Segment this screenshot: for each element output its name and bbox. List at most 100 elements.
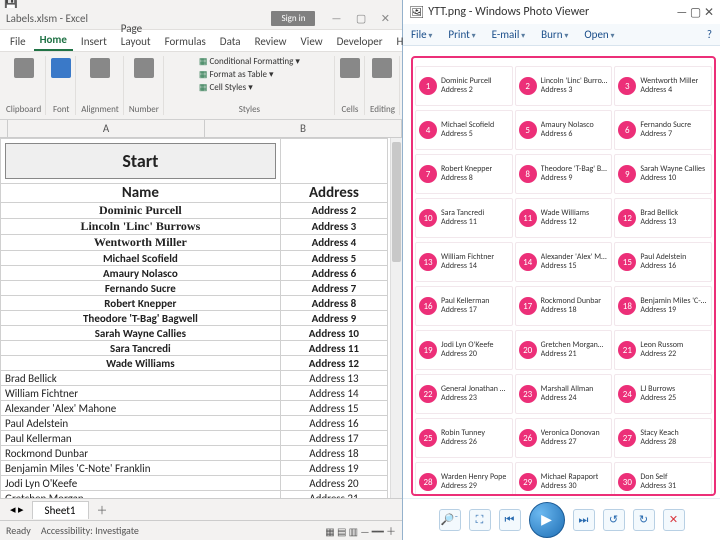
cell-address[interactable]: Address 13 [280, 371, 387, 386]
style-item[interactable]: Conditional Formatting ▾ [199, 56, 300, 67]
cell-address[interactable]: Address 4 [280, 235, 387, 251]
menu-burn[interactable]: Burn [541, 28, 568, 41]
col-a[interactable]: A [8, 120, 205, 137]
zoom-out-icon[interactable]: 🔎⁻ [439, 509, 461, 531]
cell-address[interactable]: Address 11 [280, 341, 387, 356]
sheet-tab-1[interactable]: Sheet1 [32, 501, 89, 519]
signin-button[interactable]: Sign in [271, 11, 315, 26]
cell-name[interactable]: Benjamin Miles 'C-Note' Franklin [1, 461, 281, 476]
percent-icon[interactable] [134, 58, 154, 78]
cell-name[interactable]: Alexander 'Alex' Mahone [1, 401, 281, 416]
tab-view[interactable]: View [295, 32, 329, 51]
cell-name[interactable]: Dominic Purcell [1, 203, 281, 219]
table-row[interactable]: Theodore 'T-Bag' BagwellAddress 9 [1, 311, 388, 326]
window-controls[interactable]: — ▢ ✕ [331, 12, 396, 25]
tab-home[interactable]: Home [34, 30, 73, 51]
table-row[interactable]: Rockmond DunbarAddress 18 [1, 446, 388, 461]
table-row[interactable]: William FichtnerAddress 14 [1, 386, 388, 401]
table-row[interactable]: Paul KellermanAddress 17 [1, 431, 388, 446]
cell-address[interactable]: Address 5 [280, 251, 387, 266]
table-row[interactable]: Amaury NolascoAddress 6 [1, 266, 388, 281]
start-button[interactable]: Start [5, 143, 276, 179]
cell-address[interactable]: Address 10 [280, 326, 387, 341]
wpv-window-controls[interactable]: — ▢ ✕ [676, 5, 714, 20]
cell-address[interactable]: Address 17 [280, 431, 387, 446]
vertical-scrollbar[interactable] [390, 138, 402, 498]
cell-name[interactable]: Sara Tancredi [1, 341, 281, 356]
cell-address[interactable]: Address 7 [280, 281, 387, 296]
cells-icon[interactable] [340, 58, 360, 78]
cell-address[interactable]: Address 15 [280, 401, 387, 416]
menu-print[interactable]: Print [448, 28, 475, 41]
cell-name[interactable]: Rockmond Dunbar [1, 446, 281, 461]
tab-developer[interactable]: Developer [331, 32, 389, 51]
add-sheet-button[interactable]: ＋ [97, 502, 108, 518]
menu-file[interactable]: File [411, 28, 432, 41]
view-controls[interactable]: ▦ ▤ ▥ — ━━ ＋ [325, 523, 396, 538]
table-row[interactable]: Jodi Lyn O'KeefeAddress 20 [1, 476, 388, 491]
prev-icon[interactable]: ⏮ [499, 509, 521, 531]
cell-address[interactable]: Address 16 [280, 416, 387, 431]
cell-address[interactable]: Address 14 [280, 386, 387, 401]
cell-name[interactable]: Amaury Nolasco [1, 266, 281, 281]
cell-address[interactable]: Address 12 [280, 356, 387, 371]
sheet-nav[interactable]: ◂ ▸ [10, 503, 24, 516]
cell-name[interactable]: Paul Adelstein [1, 416, 281, 431]
cell-name[interactable]: Lincoln 'Linc' Burrows [1, 219, 281, 235]
rotate-cw-icon[interactable]: ↻ [633, 509, 655, 531]
tab-formulas[interactable]: Formulas [159, 32, 212, 51]
table-row[interactable]: Lincoln 'Linc' BurrowsAddress 3 [1, 219, 388, 235]
styles-list[interactable]: Conditional Formatting ▾ Format as Table … [199, 56, 300, 93]
tab-page-layout[interactable]: Page Layout [115, 19, 157, 51]
align-icon[interactable] [90, 58, 110, 78]
cell-address[interactable]: Address 8 [280, 296, 387, 311]
cell-address[interactable]: Address 21 [280, 491, 387, 499]
table-row[interactable]: Dominic PurcellAddress 2 [1, 203, 388, 219]
help-icon[interactable]: ? [707, 28, 712, 41]
menu-e-mail[interactable]: E-mail [492, 28, 526, 41]
table-row[interactable]: Robert KnepperAddress 8 [1, 296, 388, 311]
grid-body[interactable]: Start NameAddress Dominic PurcellAddress… [0, 138, 402, 498]
style-item[interactable]: Cell Styles ▾ [199, 82, 300, 93]
next-icon[interactable]: ⏭ [573, 509, 595, 531]
cell-name[interactable]: Michael Scofield [1, 251, 281, 266]
cell-name[interactable]: Brad Bellick [1, 371, 281, 386]
table-row[interactable]: Gretchen Morgan…Address 21 [1, 491, 388, 499]
menu-open[interactable]: Open [584, 28, 614, 41]
cell-address[interactable]: Address 20 [280, 476, 387, 491]
fit-icon[interactable]: ⛶ [469, 509, 491, 531]
cell-address[interactable]: Address 3 [280, 219, 387, 235]
cell-name[interactable]: Wade Williams [1, 356, 281, 371]
table-row[interactable]: Paul AdelsteinAddress 16 [1, 416, 388, 431]
tab-file[interactable]: File [4, 32, 32, 51]
cell-name[interactable]: Sarah Wayne Callies [1, 326, 281, 341]
table-row[interactable]: Benjamin Miles 'C-Note' FranklinAddress … [1, 461, 388, 476]
table-row[interactable]: Fernando SucreAddress 7 [1, 281, 388, 296]
delete-icon[interactable]: ✕ [663, 509, 685, 531]
tab-insert[interactable]: Insert [75, 32, 113, 51]
play-button[interactable]: ▶ [529, 502, 565, 538]
tab-review[interactable]: Review [249, 32, 293, 51]
table-row[interactable]: Wentworth MillerAddress 4 [1, 235, 388, 251]
cell-name[interactable]: Wentworth Miller [1, 235, 281, 251]
table-row[interactable]: Alexander 'Alex' MahoneAddress 15 [1, 401, 388, 416]
tab-data[interactable]: Data [214, 32, 247, 51]
rotate-ccw-icon[interactable]: ↺ [603, 509, 625, 531]
table-row[interactable]: Sarah Wayne CalliesAddress 10 [1, 326, 388, 341]
cell-name[interactable]: Gretchen Morgan… [1, 491, 281, 499]
paste-icon[interactable] [14, 58, 34, 78]
style-item[interactable]: Format as Table ▾ [199, 69, 300, 80]
cell-address[interactable]: Address 9 [280, 311, 387, 326]
cell-address[interactable]: Address 18 [280, 446, 387, 461]
cell-name[interactable]: William Fichtner [1, 386, 281, 401]
cell-name[interactable]: Theodore 'T-Bag' Bagwell [1, 311, 281, 326]
table-row[interactable]: Brad BellickAddress 13 [1, 371, 388, 386]
editing-icon[interactable] [372, 58, 392, 78]
col-b[interactable]: B [205, 120, 402, 137]
cell-address[interactable]: Address 2 [280, 203, 387, 219]
cell-address[interactable]: Address 6 [280, 266, 387, 281]
cell-name[interactable]: Jodi Lyn O'Keefe [1, 476, 281, 491]
cell-name[interactable]: Robert Knepper [1, 296, 281, 311]
table-row[interactable]: Wade WilliamsAddress 12 [1, 356, 388, 371]
font-icon[interactable] [51, 58, 71, 78]
